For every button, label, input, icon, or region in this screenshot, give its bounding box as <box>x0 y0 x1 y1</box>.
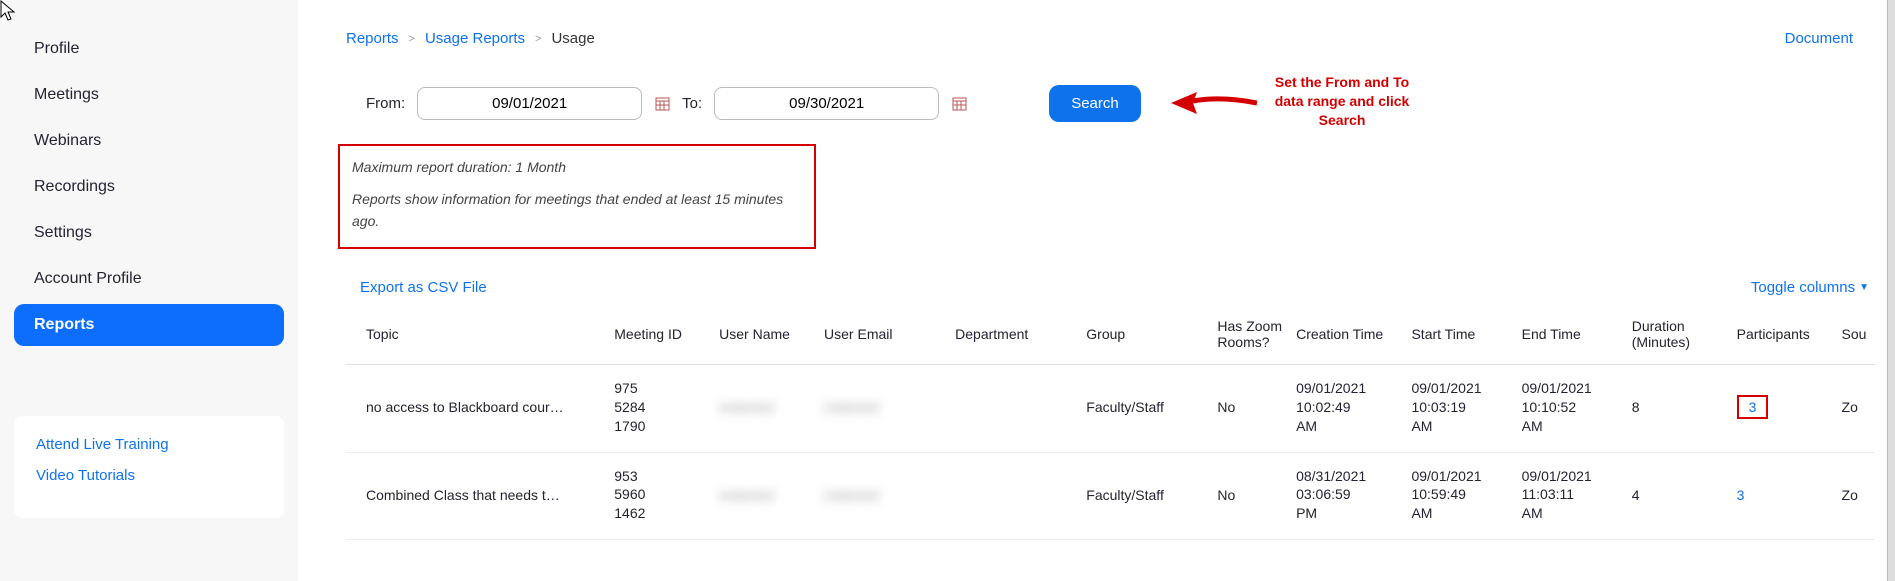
sidebar-item-meetings[interactable]: Meetings <box>14 74 284 116</box>
sidebar-item-account-profile[interactable]: Account Profile <box>14 258 284 300</box>
breadcrumb-usage-reports[interactable]: Usage Reports <box>425 30 525 47</box>
to-label: To: <box>682 95 702 112</box>
breadcrumb-sep: > <box>409 33 415 45</box>
cell-creation-time: 09/01/202110:02:49AM <box>1290 364 1405 452</box>
breadcrumb-current: Usage <box>551 30 594 47</box>
info-line1: Maximum report duration: 1 Month <box>352 156 802 178</box>
table-row: no access to Blackboard cour…97552841790… <box>346 364 1875 452</box>
cell-group: Faculty/Staff <box>1080 364 1211 452</box>
th-participants[interactable]: Participants <box>1731 308 1836 365</box>
info-line2: Reports show information for meetings th… <box>352 188 802 233</box>
sidebar: Profile Meetings Webinars Recordings Set… <box>0 0 298 581</box>
cursor-icon <box>0 0 18 24</box>
document-link[interactable]: Document <box>1785 30 1853 47</box>
th-start-time[interactable]: Start Time <box>1405 308 1515 365</box>
sidebar-item-profile[interactable]: Profile <box>14 28 284 70</box>
toggle-columns-link[interactable]: Toggle columns ▼ <box>1751 279 1869 296</box>
th-has-zoom-rooms[interactable]: Has Zoom Rooms? <box>1211 308 1290 365</box>
th-end-time[interactable]: End Time <box>1516 308 1626 365</box>
breadcrumb: Reports > Usage Reports > Usage <box>346 30 1875 47</box>
cell-has-zoom-rooms: No <box>1211 364 1290 452</box>
calendar-icon[interactable] <box>951 95 967 111</box>
date-range-row: From: To: Search Set the From and To dat… <box>346 75 1875 132</box>
th-department[interactable]: Department <box>949 308 1080 365</box>
cell-department <box>949 364 1080 452</box>
chevron-down-icon: ▼ <box>1859 282 1869 293</box>
cell-meeting-id: 97552841790 <box>608 364 713 452</box>
cell-topic: no access to Blackboard cour… <box>346 364 608 452</box>
annotation-line1: Set the From and To <box>1275 73 1410 92</box>
cell-start-time: 09/01/202110:59:49AM <box>1405 452 1515 540</box>
info-box: Maximum report duration: 1 Month Reports… <box>338 144 816 249</box>
breadcrumb-reports[interactable]: Reports <box>346 30 399 47</box>
cell-meeting-id: 95359601462 <box>608 452 713 540</box>
annotation-line3: Search <box>1275 111 1410 130</box>
cell-end-time: 09/01/202111:03:11AM <box>1516 452 1626 540</box>
th-creation-time[interactable]: Creation Time <box>1290 308 1405 365</box>
annotation-arrow-icon <box>1171 88 1257 118</box>
th-group[interactable]: Group <box>1080 308 1211 365</box>
cell-duration: 4 <box>1626 452 1731 540</box>
usage-table: Topic Meeting ID User Name User Email De… <box>346 308 1875 540</box>
cell-user-name: redacted <box>713 364 818 452</box>
to-date-input[interactable] <box>714 87 939 120</box>
th-user-email[interactable]: User Email <box>818 308 949 365</box>
table-row: Combined Class that needs t…95359601462r… <box>346 452 1875 540</box>
from-date-input[interactable] <box>417 87 642 120</box>
help-box: Attend Live Training Video Tutorials <box>14 416 284 518</box>
th-user-name[interactable]: User Name <box>713 308 818 365</box>
cell-department <box>949 452 1080 540</box>
cell-duration: 8 <box>1626 364 1731 452</box>
cell-end-time: 09/01/202110:10:52AM <box>1516 364 1626 452</box>
scrollbar[interactable] <box>1887 0 1895 581</box>
from-label: From: <box>366 95 405 112</box>
cell-has-zoom-rooms: No <box>1211 452 1290 540</box>
th-topic[interactable]: Topic <box>346 308 608 365</box>
attend-live-training-link[interactable]: Attend Live Training <box>36 436 262 453</box>
th-duration[interactable]: Duration (Minutes) <box>1626 308 1731 365</box>
cell-start-time: 09/01/202110:03:19AM <box>1405 364 1515 452</box>
sidebar-item-reports[interactable]: Reports <box>14 304 284 346</box>
cell-user-name: redacted <box>713 452 818 540</box>
cell-user-email: redacted <box>818 452 949 540</box>
calendar-icon[interactable] <box>654 95 670 111</box>
sidebar-item-webinars[interactable]: Webinars <box>14 120 284 162</box>
th-source[interactable]: Sou <box>1836 308 1875 365</box>
breadcrumb-sep: > <box>535 33 541 45</box>
cell-group: Faculty/Staff <box>1080 452 1211 540</box>
table-header-row: Topic Meeting ID User Name User Email De… <box>346 308 1875 365</box>
video-tutorials-link[interactable]: Video Tutorials <box>36 467 262 484</box>
cell-user-email: redacted <box>818 364 949 452</box>
cell-topic: Combined Class that needs t… <box>346 452 608 540</box>
sidebar-item-settings[interactable]: Settings <box>14 212 284 254</box>
search-button[interactable]: Search <box>1049 85 1141 122</box>
toggle-columns-label: Toggle columns <box>1751 279 1855 296</box>
annotation-line2: data range and click <box>1275 92 1410 111</box>
annotation-text: Set the From and To data range and click… <box>1275 73 1410 130</box>
cell-source: Zo <box>1836 452 1875 540</box>
th-meeting-id[interactable]: Meeting ID <box>608 308 713 365</box>
cell-source: Zo <box>1836 364 1875 452</box>
cell-participants[interactable]: 3 <box>1731 452 1836 540</box>
sidebar-item-recordings[interactable]: Recordings <box>14 166 284 208</box>
cell-creation-time: 08/31/202103:06:59PM <box>1290 452 1405 540</box>
main-content: Reports > Usage Reports > Usage Document… <box>298 0 1895 581</box>
export-csv-link[interactable]: Export as CSV File <box>360 279 487 296</box>
cell-participants[interactable]: 3 <box>1731 364 1836 452</box>
table-toolbar: Export as CSV File Toggle columns ▼ <box>346 279 1875 296</box>
